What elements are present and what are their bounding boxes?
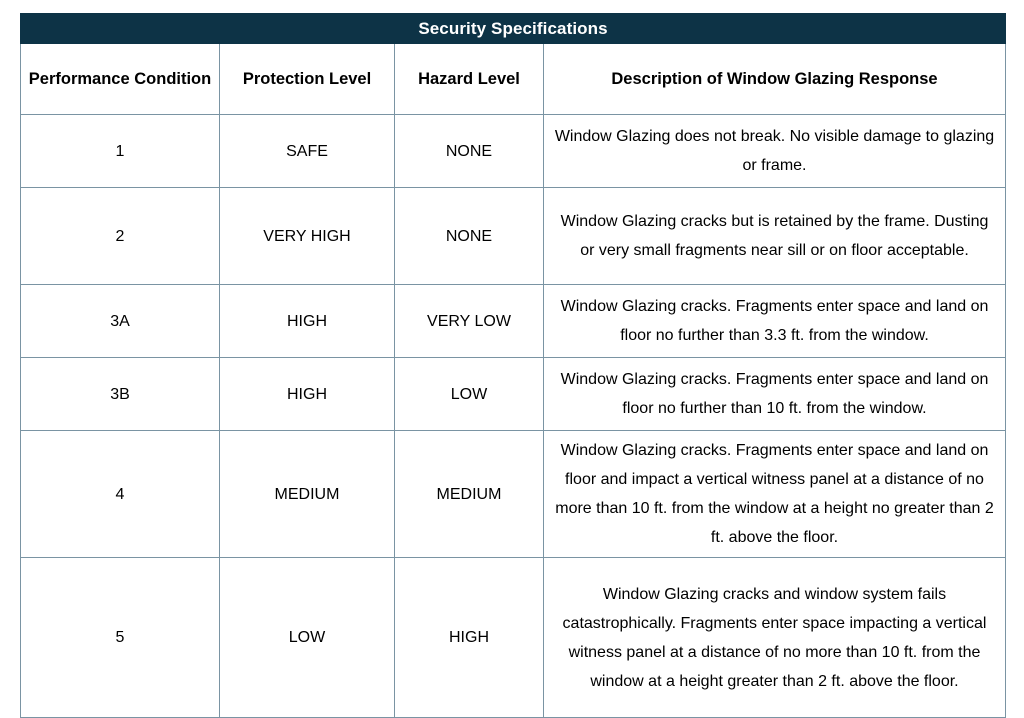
cell-protection-level: MEDIUM xyxy=(219,430,395,558)
security-specifications-table: Security Specifications Performance Cond… xyxy=(20,13,1006,718)
cell-performance-condition: 3A xyxy=(20,284,220,358)
cell-description: Window Glazing cracks but is retained by… xyxy=(543,187,1006,285)
cell-hazard-level: MEDIUM xyxy=(394,430,544,558)
cell-hazard-level: VERY LOW xyxy=(394,284,544,358)
cell-protection-level: SAFE xyxy=(219,114,395,188)
table-row: 5 LOW HIGH Window Glazing cracks and win… xyxy=(20,557,1006,718)
cell-hazard-level: NONE xyxy=(394,114,544,188)
table-row: 4 MEDIUM MEDIUM Window Glazing cracks. F… xyxy=(20,430,1006,558)
table-title-text: Security Specifications xyxy=(418,19,608,38)
table-row: 1 SAFE NONE Window Glazing does not brea… xyxy=(20,114,1006,188)
cell-protection-level: HIGH xyxy=(219,357,395,431)
cell-protection-level: VERY HIGH xyxy=(219,187,395,285)
table-title: Security Specifications xyxy=(20,13,1006,44)
cell-performance-condition: 4 xyxy=(20,430,220,558)
column-header-protection-level: Protection Level xyxy=(219,43,395,115)
column-header-hazard-level: Hazard Level xyxy=(394,43,544,115)
cell-protection-level: HIGH xyxy=(219,284,395,358)
cell-description: Window Glazing cracks. Fragments enter s… xyxy=(543,284,1006,358)
cell-description: Window Glazing cracks. Fragments enter s… xyxy=(543,357,1006,431)
cell-performance-condition: 3B xyxy=(20,357,220,431)
cell-protection-level: LOW xyxy=(219,557,395,718)
table-header-row: Performance Condition Protection Level H… xyxy=(20,43,1006,115)
security-specifications-table-container: Security Specifications Performance Cond… xyxy=(20,13,1006,718)
table-row: 2 VERY HIGH NONE Window Glazing cracks b… xyxy=(20,187,1006,285)
cell-description: Window Glazing cracks and window system … xyxy=(543,557,1006,718)
cell-hazard-level: NONE xyxy=(394,187,544,285)
cell-hazard-level: HIGH xyxy=(394,557,544,718)
table-row: 3B HIGH LOW Window Glazing cracks. Fragm… xyxy=(20,357,1006,431)
column-header-description: Description of Window Glazing Response xyxy=(543,43,1006,115)
table-row: 3A HIGH VERY LOW Window Glazing cracks. … xyxy=(20,284,1006,358)
cell-description: Window Glazing cracks. Fragments enter s… xyxy=(543,430,1006,558)
cell-performance-condition: 2 xyxy=(20,187,220,285)
cell-performance-condition: 5 xyxy=(20,557,220,718)
column-header-performance-condition: Performance Condition xyxy=(20,43,220,115)
table-body: 1 SAFE NONE Window Glazing does not brea… xyxy=(20,114,1006,718)
cell-performance-condition: 1 xyxy=(20,114,220,188)
cell-description: Window Glazing does not break. No visibl… xyxy=(543,114,1006,188)
table-title-row: Security Specifications xyxy=(20,13,1006,44)
cell-hazard-level: LOW xyxy=(394,357,544,431)
